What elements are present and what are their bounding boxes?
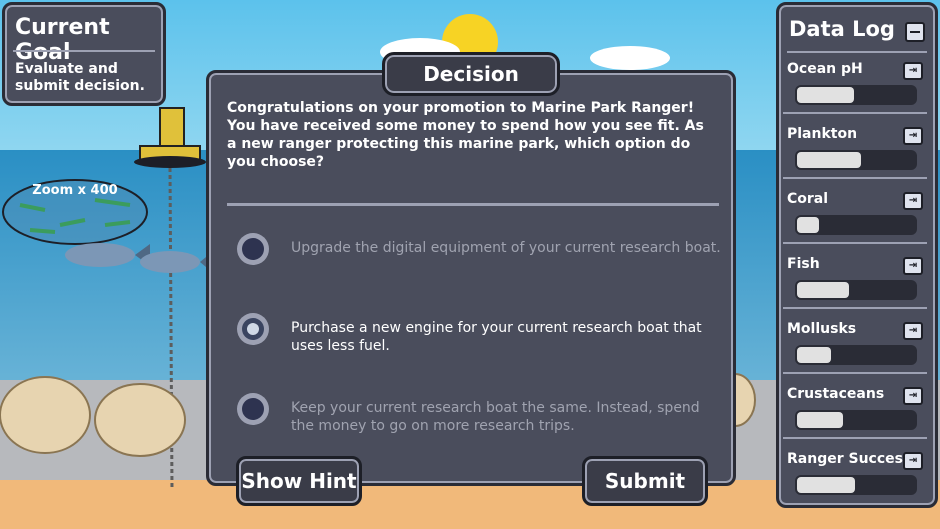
log-item-label: Coral [787, 191, 829, 207]
show-hint-button[interactable]: Show Hint [236, 456, 362, 506]
divider [227, 203, 719, 206]
divider [783, 372, 927, 374]
level-fill [797, 217, 819, 233]
expand-arrow-icon[interactable]: ⇥ [903, 127, 923, 145]
divider [787, 51, 927, 53]
level-fill [797, 477, 855, 493]
level-fill [797, 152, 861, 168]
current-goal-panel: Current Goal Evaluate and submit decisio… [2, 2, 166, 106]
radio-button[interactable] [237, 233, 269, 265]
divider [13, 50, 155, 52]
level-bar [795, 345, 917, 365]
log-item-coral: Coral ⇥ [783, 189, 927, 251]
decision-dialog: Congratulations on your promotion to Mar… [206, 70, 736, 486]
data-log-title: Data Log [789, 17, 895, 41]
log-item-plankton: Plankton ⇥ [783, 124, 927, 186]
data-log-panel: Data Log Ocean pH ⇥ Plankton ⇥ Coral ⇥ F… [776, 2, 938, 508]
log-item-ranger-success: Ranger Success ⇥ [785, 449, 925, 511]
zoom-label: Zoom x 400 [32, 183, 117, 198]
log-item-label: Mollusks [787, 321, 857, 337]
level-bar [795, 85, 917, 105]
expand-arrow-icon[interactable]: ⇥ [903, 192, 923, 210]
divider [783, 437, 927, 439]
log-item-ocean-ph: Ocean pH ⇥ [783, 59, 927, 121]
expand-arrow-icon[interactable]: ⇥ [903, 322, 923, 340]
divider [783, 112, 927, 114]
level-bar [795, 215, 917, 235]
level-bar [795, 150, 917, 170]
level-fill [797, 282, 849, 298]
log-item-fish: Fish ⇥ [783, 254, 927, 316]
submit-button[interactable]: Submit [582, 456, 708, 506]
decision-question: Congratulations on your promotion to Mar… [227, 100, 704, 170]
expand-arrow-icon[interactable]: ⇥ [903, 452, 923, 470]
expand-arrow-icon[interactable]: ⇥ [903, 62, 923, 80]
log-item-crustaceans: Crustaceans ⇥ [783, 384, 927, 446]
level-bar [795, 475, 917, 495]
log-item-label: Crustaceans [787, 386, 885, 402]
option-text: Purchase a new engine for your current r… [291, 320, 702, 354]
level-bar [795, 280, 917, 300]
radio-button-selected[interactable] [237, 313, 269, 345]
log-item-label: Plankton [787, 126, 858, 142]
current-goal-text: Evaluate and submit decision. [15, 61, 145, 94]
log-item-label: Ocean pH [787, 61, 863, 77]
level-fill [797, 87, 854, 103]
current-goal-title: Current Goal [15, 15, 110, 65]
level-fill [797, 347, 831, 363]
divider [783, 242, 927, 244]
option-text: Upgrade the digital equipment of your cu… [291, 240, 721, 256]
expand-arrow-icon[interactable]: ⇥ [903, 257, 923, 275]
divider [783, 307, 927, 309]
log-item-mollusks: Mollusks ⇥ [783, 319, 927, 381]
log-item-label: Fish [787, 256, 820, 272]
option-text: Keep your current research boat the same… [291, 400, 700, 434]
level-fill [797, 412, 843, 428]
log-item-label: Ranger Success [787, 451, 912, 467]
radio-button[interactable] [237, 393, 269, 425]
level-bar [795, 410, 917, 430]
collapse-icon[interactable] [905, 22, 925, 42]
divider [783, 177, 927, 179]
decision-title: Decision [382, 52, 560, 96]
expand-arrow-icon[interactable]: ⇥ [903, 387, 923, 405]
